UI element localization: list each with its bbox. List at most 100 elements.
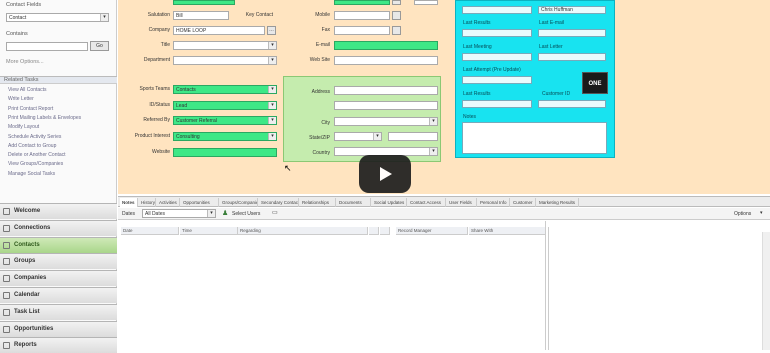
tab-groups-companies[interactable]: Groups/Companies: [220, 198, 258, 207]
go-button[interactable]: Go: [90, 41, 109, 51]
related-task-link[interactable]: Manage Social Tasks: [8, 171, 55, 177]
tab-contact-access[interactable]: Contact Access: [408, 198, 446, 207]
sports-teams-dropdown[interactable]: Contacts ▾: [173, 85, 277, 94]
grid-column-header[interactable]: Time: [180, 227, 238, 235]
tab-activities[interactable]: Activities: [157, 198, 180, 207]
nav-item-reports[interactable]: Reports: [0, 337, 117, 353]
product-interest-dropdown[interactable]: Consulting ▾: [173, 132, 277, 141]
nav-item-companies[interactable]: Companies: [0, 270, 117, 287]
grid-column-header[interactable]: [369, 227, 379, 235]
phone-options-button[interactable]: [392, 0, 401, 5]
nav-item-label: Connections: [14, 224, 51, 231]
nav-item-calendar[interactable]: Calendar: [0, 287, 117, 303]
notes-label: Notes: [463, 114, 477, 120]
nav-item-task-list[interactable]: Task List: [0, 303, 117, 320]
nav-item-groups[interactable]: Groups: [0, 253, 117, 270]
fax-options-button[interactable]: [392, 26, 401, 35]
name-field[interactable]: [173, 0, 235, 5]
tab-social-updates[interactable]: Social Updates: [372, 198, 407, 207]
web-site-field[interactable]: [334, 56, 438, 65]
referred-by-dropdown[interactable]: Customer Referral ▾: [173, 116, 277, 125]
nav-item-label: Calendar: [14, 292, 40, 298]
contact-fields-label: Contact Fields: [6, 2, 42, 8]
title-dropdown[interactable]: ▾: [173, 41, 277, 50]
company-lookup-button[interactable]: …: [267, 26, 276, 35]
email-field[interactable]: [334, 41, 438, 50]
last-attempt-field[interactable]: [462, 76, 532, 84]
product-interest-label: Product Interest: [134, 133, 170, 139]
last-attempt-label: Last Attempt (Pre Update): [463, 67, 521, 73]
last-results-field[interactable]: [462, 29, 532, 37]
nav-item-contacts[interactable]: Contacts: [0, 236, 117, 253]
create-date-field[interactable]: [462, 6, 532, 14]
tab-notes[interactable]: Notes: [120, 198, 138, 207]
fax-label: Fax: [321, 27, 330, 33]
contains-input[interactable]: [6, 42, 88, 51]
mobile-options-button[interactable]: [392, 11, 401, 20]
chevron-down-icon[interactable]: ▾: [760, 210, 763, 216]
notes-textarea[interactable]: [462, 122, 607, 154]
last-meeting-field[interactable]: [462, 53, 532, 61]
address-line-1[interactable]: [334, 86, 438, 95]
tab-relationships[interactable]: Relationships: [300, 198, 336, 207]
phone-ext-field[interactable]: [414, 0, 438, 5]
salutation-field[interactable]: Bill: [173, 11, 229, 20]
last-results-2-field[interactable]: [462, 100, 532, 108]
state-dropdown[interactable]: ▾: [334, 132, 382, 141]
grid-column-header[interactable]: Regarding: [238, 227, 368, 235]
select-users-link[interactable]: Select Users: [232, 211, 260, 217]
address-line-2[interactable]: [334, 101, 438, 110]
tab-user-fields[interactable]: User Fields: [447, 198, 477, 207]
department-dropdown[interactable]: ▾: [173, 56, 277, 65]
company-field[interactable]: HOME LOOP: [173, 26, 265, 35]
related-task-link[interactable]: Schedule Activity Series: [8, 134, 61, 140]
mobile-field[interactable]: [334, 11, 390, 20]
related-task-link[interactable]: Print Mailing Labels & Envelopes: [8, 115, 81, 121]
nav-item-opportunities[interactable]: Opportunities: [0, 320, 117, 337]
tab-opportunities[interactable]: Opportunities: [181, 198, 219, 207]
customer-id-field[interactable]: [538, 100, 606, 108]
related-task-link[interactable]: Add Contact to Group: [8, 143, 56, 149]
zip-field[interactable]: [388, 132, 438, 141]
city-dropdown[interactable]: ▾: [334, 117, 438, 126]
grid-column-header[interactable]: Date: [121, 227, 179, 235]
record-tabs: Notes History Activities Opportunities Group…: [118, 196, 770, 207]
video-play-button[interactable]: [359, 155, 411, 193]
chevron-down-icon: ▾: [268, 86, 276, 93]
related-task-link[interactable]: View Groups/Companies: [8, 161, 63, 167]
tab-personal-info[interactable]: Personal Info: [478, 198, 510, 207]
department-label: Department: [143, 57, 170, 63]
last-email-field[interactable]: [538, 29, 606, 37]
nav-item-welcome[interactable]: Welcome: [0, 203, 117, 219]
related-task-link[interactable]: Modify Layout: [8, 124, 39, 130]
grid-column-header[interactable]: Share With: [469, 227, 546, 235]
options-menu[interactable]: Options: [734, 211, 751, 217]
vertical-scrollbar[interactable]: [762, 232, 770, 350]
phone-field[interactable]: [334, 0, 390, 5]
nav-item-connections[interactable]: Connections: [0, 219, 117, 236]
filter-icon[interactable]: ▭: [272, 209, 278, 216]
history-toolbar: Dates All Dates ▾ ♟ Select Users ▭ Option…: [118, 208, 770, 220]
related-task-link[interactable]: View All Contacts: [8, 87, 47, 93]
tab-documents[interactable]: Documents: [337, 198, 371, 207]
mouse-cursor-icon: ↖: [284, 163, 292, 173]
contact-fields-select[interactable]: Contact ▾: [6, 13, 109, 22]
related-task-link[interactable]: Print Contact Report: [8, 106, 53, 112]
grid-column-header[interactable]: Record Manager: [396, 227, 468, 235]
website-field[interactable]: [173, 148, 277, 157]
tab-customer[interactable]: Customer: [511, 198, 536, 207]
grid-column-header[interactable]: [380, 227, 390, 235]
last-letter-field[interactable]: [538, 53, 606, 61]
related-task-link[interactable]: Delete or Another Contact: [8, 152, 66, 158]
preview-pane: [548, 227, 770, 350]
more-options-link[interactable]: More Options...: [6, 59, 44, 65]
id-status-dropdown[interactable]: Lead ▾: [173, 101, 277, 110]
fax-field[interactable]: [334, 26, 390, 35]
record-manager-field[interactable]: Chris Huffman: [538, 6, 606, 14]
related-task-link[interactable]: Write Letter: [8, 96, 34, 102]
company-label: Company: [148, 27, 170, 33]
tab-history[interactable]: History: [139, 198, 156, 207]
tab-secondary-contacts[interactable]: Secondary Contacts: [259, 198, 299, 207]
dates-dropdown[interactable]: All Dates ▾: [142, 209, 216, 218]
tab-marketing-results[interactable]: Marketing Results: [537, 198, 579, 207]
